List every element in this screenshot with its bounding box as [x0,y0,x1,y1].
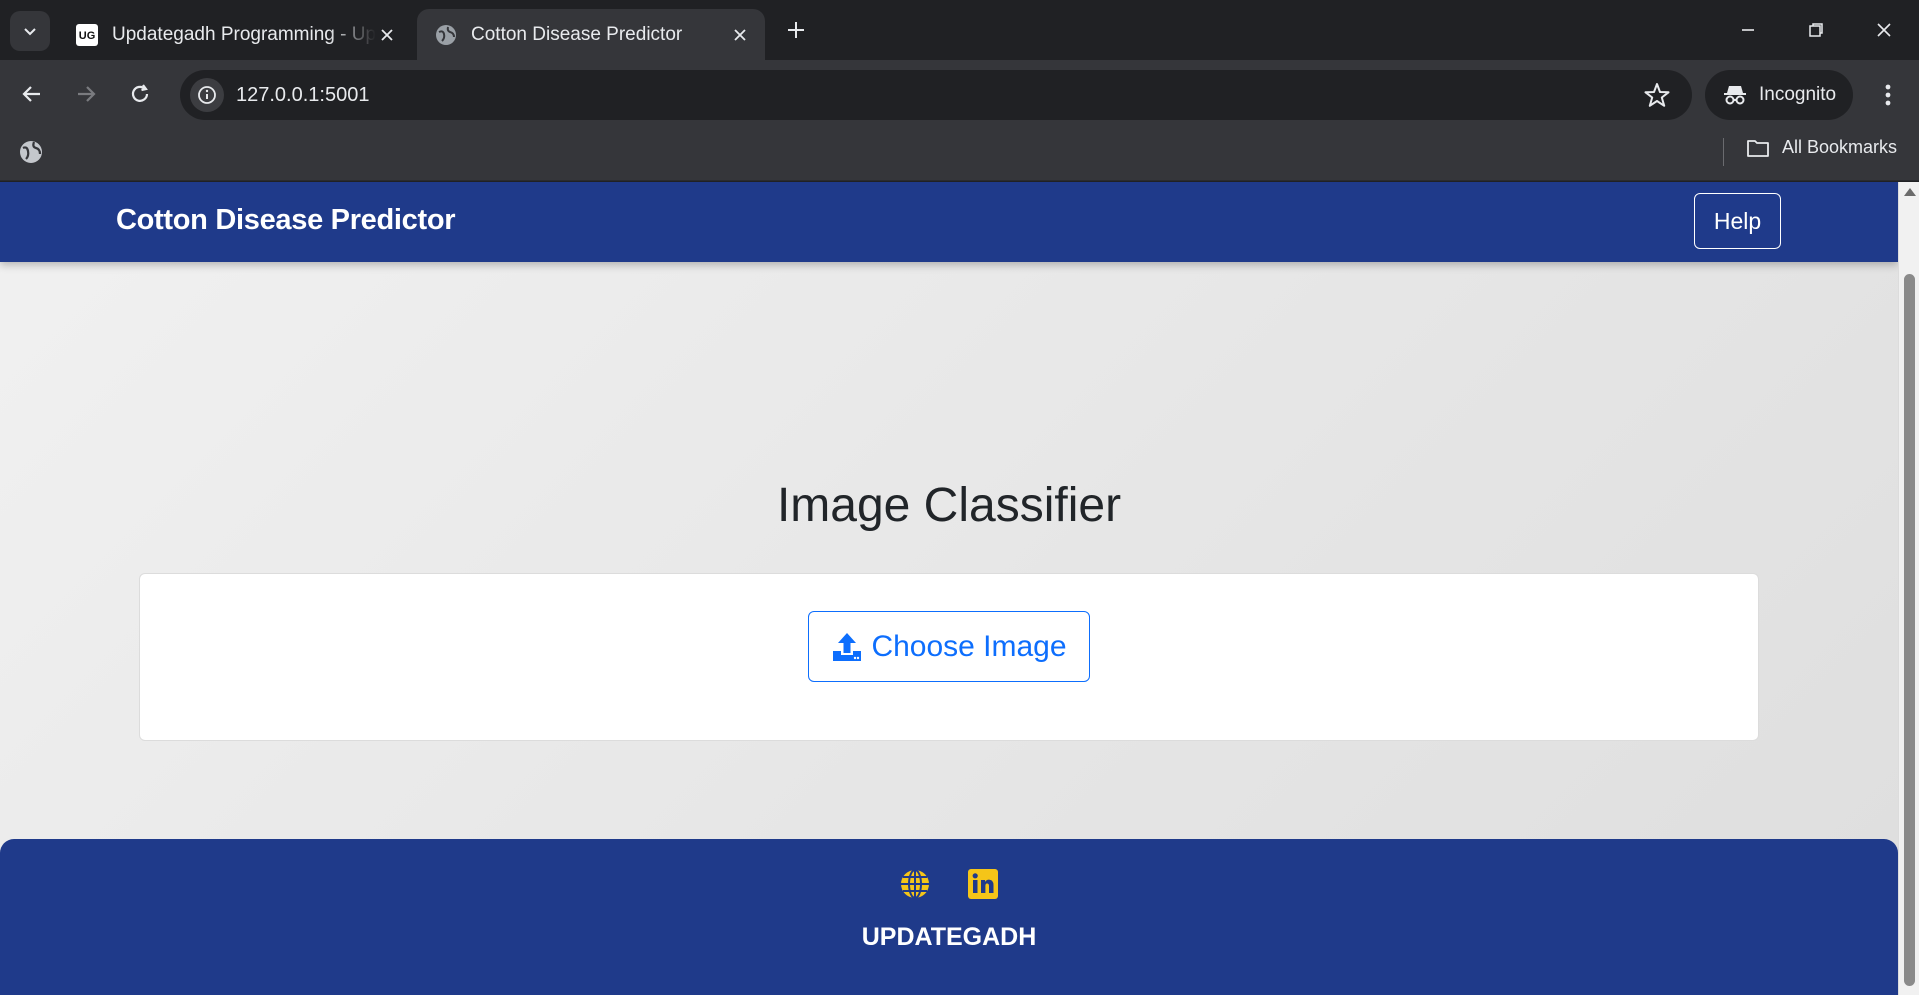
arrow-left-icon [22,86,40,102]
back-button[interactable] [14,76,50,112]
close-tab-button[interactable] [729,24,751,46]
restore-button[interactable] [1800,14,1832,46]
more-vert-icon [1885,84,1891,106]
folder-icon [1747,139,1769,157]
linkedin-link[interactable] [966,867,1000,901]
tab-cotton-disease-predictor[interactable]: Cotton Disease Predictor [417,9,765,60]
star-icon[interactable] [1644,82,1670,108]
minimize-icon [1742,29,1754,31]
tab-title: Updategadh Programming - Up [112,23,376,45]
site-info-button[interactable] [190,78,224,112]
forward-button[interactable] [68,76,104,112]
globe-icon[interactable] [18,139,44,165]
scrollbar-thumb[interactable] [1904,274,1915,986]
bookmarks-bar: All Bookmarks [0,127,1919,181]
help-button[interactable]: Help [1694,193,1781,249]
minimize-button[interactable] [1732,14,1764,46]
incognito-label: Incognito [1759,84,1837,105]
upload-card: Choose Image [139,573,1759,741]
tab-updategadh[interactable]: UG Updategadh Programming - Up [58,9,412,60]
website-link[interactable] [898,867,932,901]
footer-social-links [0,867,1898,901]
tab-strip: UG Updategadh Programming - Up Cotton Di… [0,0,1919,60]
new-tab-button[interactable] [782,16,810,44]
browser-menu-button[interactable] [1873,80,1903,110]
svg-text:UG: UG [79,30,96,42]
updategadh-logo-icon: UG [76,23,98,46]
footer-brand: UPDATEGADH [861,923,1037,951]
scroll-up-arrow-icon[interactable] [1904,188,1916,196]
close-icon [734,28,746,41]
choose-image-button[interactable]: Choose Image [808,611,1090,682]
globe-icon [901,869,929,899]
reload-button[interactable] [122,76,158,112]
tab-search-button[interactable] [10,11,50,51]
all-bookmarks-button[interactable]: All Bookmarks [1746,137,1897,158]
chevron-down-icon [24,28,36,36]
page-scrollbar[interactable] [1898,182,1919,995]
reload-icon [131,84,149,102]
close-icon [381,28,393,41]
address-bar[interactable]: 127.0.0.1:5001 [180,70,1692,120]
incognito-indicator[interactable]: Incognito [1705,70,1853,120]
site-footer: UPDATEGADH [0,839,1898,995]
site-brand[interactable]: Cotton Disease Predictor [116,204,456,237]
url-text: 127.0.0.1:5001 [236,84,370,106]
incognito-icon [1724,86,1746,105]
close-window-button[interactable] [1868,14,1900,46]
page-viewport: Cotton Disease Predictor Help Image Clas… [0,182,1898,995]
close-tab-button[interactable] [376,24,398,46]
restore-icon [1809,23,1823,37]
close-icon [1877,23,1891,37]
arrow-right-icon [78,86,96,102]
globe-icon [436,24,456,45]
linkedin-icon [968,869,998,899]
site-navbar: Cotton Disease Predictor Help [0,182,1898,262]
tab-title: Cotton Disease Predictor [471,23,683,45]
plus-icon [788,22,804,38]
choose-image-label: Choose Image [871,629,1067,663]
upload-icon [833,632,862,661]
all-bookmarks-label: All Bookmarks [1782,137,1898,157]
page-title: Image Classifier [776,479,1122,532]
bookmarks-separator [1723,138,1724,166]
info-icon [198,86,216,104]
